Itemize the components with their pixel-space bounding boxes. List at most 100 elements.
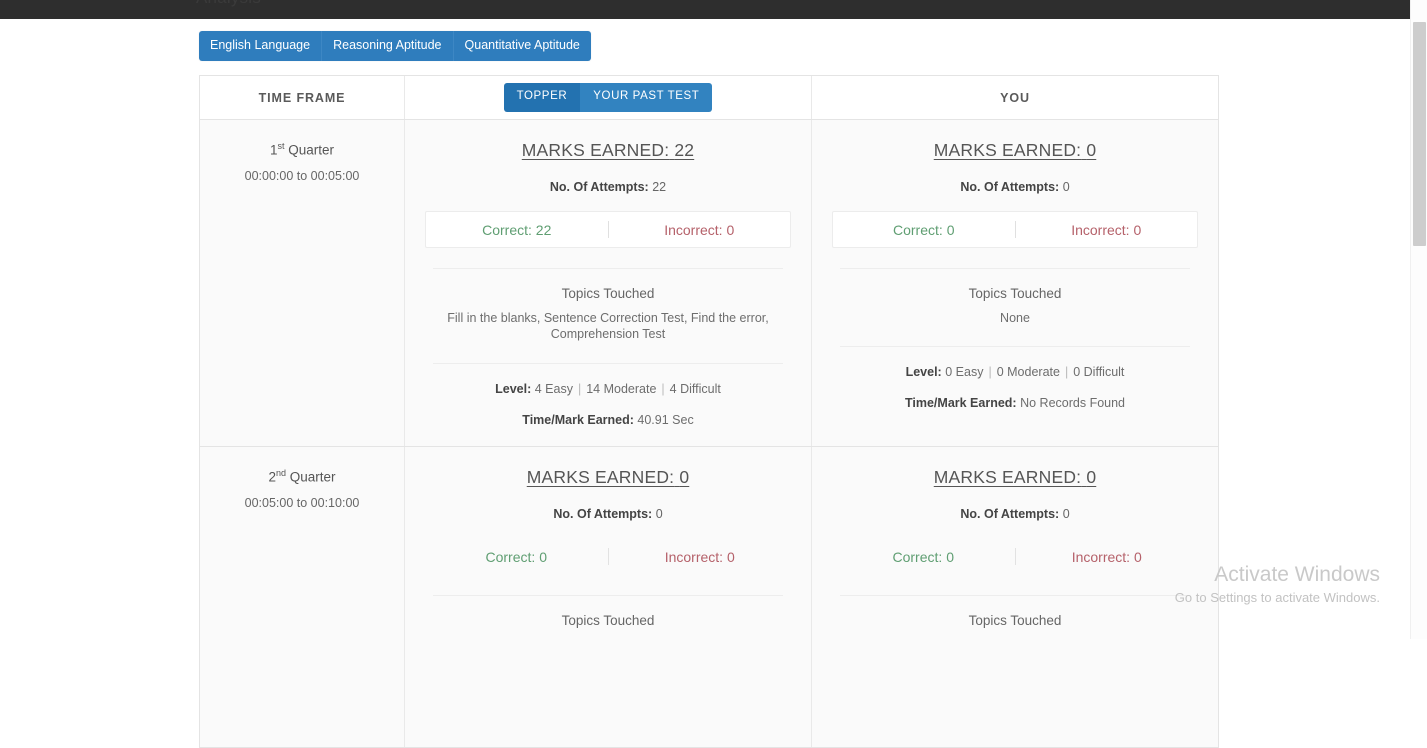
attempts-you-2: No. Of Attempts: 0 <box>832 507 1198 521</box>
incorrect-value: 0 <box>726 222 734 238</box>
time-per-mark-value: No Records Found <box>1020 396 1125 410</box>
attempts-label: No. Of Attempts: <box>960 180 1059 194</box>
level-separator: | <box>1060 365 1073 379</box>
level-easy-value: 0 <box>945 365 952 379</box>
quarter-name-1: 1st Quarter <box>270 142 334 157</box>
level-difficult-label: Difficult <box>1084 365 1125 379</box>
section-divider <box>840 268 1190 269</box>
you-panel-2: MARKS EARNED: 0 No. Of Attempts: 0 Corre… <box>812 447 1218 646</box>
subject-tab-reasoning-aptitude[interactable]: Reasoning Aptitude <box>322 31 453 61</box>
comparison-source-toggle: TOPPER YOUR PAST TEST <box>504 83 713 112</box>
you-cell-quarter-2: MARKS EARNED: 0 No. Of Attempts: 0 Corre… <box>812 447 1218 747</box>
level-breakdown-topper-1: Level: 4 Easy|14 Moderate|4 Difficult <box>425 382 791 396</box>
quarter-comparison-table: TIME FRAME TOPPER YOUR PAST TEST YOU 1st… <box>199 75 1219 748</box>
time-frame-cell-quarter-1: 1st Quarter 00:00:00 to 00:05:00 <box>200 120 405 446</box>
header-label-time-frame: TIME FRAME <box>259 91 346 105</box>
quarter-time-range-2: 00:05:00 to 00:10:00 <box>245 496 360 510</box>
level-difficult-value: 4 <box>670 382 677 396</box>
attempts-you-1: No. Of Attempts: 0 <box>832 180 1198 194</box>
time-per-mark-value: 40.91 Sec <box>637 413 693 427</box>
incorrect-label: Incorrect: <box>664 222 722 238</box>
level-easy-label: Easy <box>545 382 573 396</box>
subject-tab-quantitative-aptitude[interactable]: Quantitative Aptitude <box>454 31 591 61</box>
incorrect-value: 0 <box>1133 222 1141 238</box>
marks-earned-you-2: MARKS EARNED: 0 <box>832 467 1198 488</box>
vertical-scrollbar-thumb[interactable] <box>1413 22 1426 246</box>
incorrect-topper-2: Incorrect: 0 <box>609 549 792 565</box>
level-separator: | <box>983 365 996 379</box>
correct-label: Correct: <box>482 222 532 238</box>
level-label: Level: <box>495 382 531 396</box>
time-per-mark-topper-1: Time/Mark Earned: 40.91 Sec <box>425 413 791 427</box>
correct-topper-2: Correct: 0 <box>425 549 608 565</box>
correct-incorrect-panel-you-2: Correct: 0 Incorrect: 0 <box>832 538 1198 575</box>
level-breakdown-you-1: Level: 0 Easy|0 Moderate|0 Difficult <box>832 365 1198 379</box>
incorrect-value: 0 <box>727 549 735 565</box>
marks-earned-you-1: MARKS EARNED: 0 <box>832 140 1198 161</box>
attempts-topper-1: No. Of Attempts: 22 <box>425 180 791 194</box>
toggle-button-topper[interactable]: TOPPER <box>504 83 581 112</box>
header-label-you: YOU <box>1000 91 1030 105</box>
time-per-mark-you-1: Time/Mark Earned: No Records Found <box>832 396 1198 410</box>
quarter-ordinal-2: nd <box>276 468 286 478</box>
time-per-mark-label: Time/Mark Earned: <box>522 413 634 427</box>
level-label: Level: <box>906 365 942 379</box>
quarter-number-2: 2 <box>268 470 276 485</box>
level-difficult-value: 0 <box>1073 365 1080 379</box>
level-separator: | <box>656 382 669 396</box>
topics-title-you-1: Topics Touched <box>832 286 1198 301</box>
topper-cell-quarter-1: MARKS EARNED: 22 No. Of Attempts: 22 Cor… <box>405 120 812 446</box>
marks-earned-label: MARKS EARNED: <box>934 467 1082 487</box>
table-row: 2nd Quarter 00:05:00 to 00:10:00 MARKS E… <box>200 447 1218 748</box>
topics-list-topper-1: Fill in the blanks, Sentence Correction … <box>425 310 791 343</box>
correct-label: Correct: <box>486 549 536 565</box>
time-frame-cell-quarter-2: 2nd Quarter 00:05:00 to 00:10:00 <box>200 447 405 747</box>
attempts-label: No. Of Attempts: <box>550 180 649 194</box>
vertical-scrollbar-track[interactable] <box>1410 0 1427 639</box>
marks-earned-label: MARKS EARNED: <box>527 467 675 487</box>
incorrect-you-1: Incorrect: 0 <box>1016 222 1198 238</box>
correct-value: 22 <box>536 222 552 238</box>
marks-earned-label: MARKS EARNED: <box>522 140 670 160</box>
quarter-name-2: 2nd Quarter <box>268 469 335 484</box>
topics-title-topper-2: Topics Touched <box>425 613 791 628</box>
time-per-mark-label: Time/Mark Earned: <box>905 396 1017 410</box>
level-difficult-label: Difficult <box>680 382 721 396</box>
incorrect-value: 0 <box>1134 549 1142 565</box>
attempts-value: 0 <box>656 507 663 521</box>
attempts-value: 22 <box>652 180 666 194</box>
you-panel-1: MARKS EARNED: 0 No. Of Attempts: 0 Corre… <box>812 120 1218 428</box>
correct-value: 0 <box>947 222 955 238</box>
level-moderate-value: 0 <box>997 365 1004 379</box>
top-navbar: Analysis <box>0 0 1410 19</box>
section-divider <box>433 268 783 269</box>
correct-value: 0 <box>946 549 954 565</box>
attempts-label: No. Of Attempts: <box>553 507 652 521</box>
correct-incorrect-panel-topper-1: Correct: 22 Incorrect: 0 <box>425 211 791 248</box>
attempts-value: 0 <box>1063 507 1070 521</box>
incorrect-label: Incorrect: <box>1072 549 1130 565</box>
correct-label: Correct: <box>893 222 943 238</box>
header-cell-you: YOU <box>812 76 1218 119</box>
incorrect-label: Incorrect: <box>665 549 723 565</box>
correct-incorrect-panel-topper-2: Correct: 0 Incorrect: 0 <box>425 538 791 575</box>
section-divider <box>433 363 783 364</box>
marks-earned-value: 0 <box>1086 140 1096 160</box>
marks-earned-topper-1: MARKS EARNED: 22 <box>425 140 791 161</box>
section-divider <box>840 595 1190 596</box>
incorrect-label: Incorrect: <box>1071 222 1129 238</box>
navbar-title: Analysis <box>196 0 261 8</box>
subject-tab-english-language[interactable]: English Language <box>199 31 322 61</box>
level-separator: | <box>573 382 586 396</box>
attempts-label: No. Of Attempts: <box>960 507 1059 521</box>
section-divider <box>840 346 1190 347</box>
you-cell-quarter-1: MARKS EARNED: 0 No. Of Attempts: 0 Corre… <box>812 120 1218 446</box>
subject-tab-group: English Language Reasoning Aptitude Quan… <box>199 31 591 61</box>
level-moderate-label: Moderate <box>1007 365 1060 379</box>
toggle-button-your-past-test[interactable]: YOUR PAST TEST <box>580 83 712 112</box>
marks-earned-value: 22 <box>674 140 694 160</box>
attempts-value: 0 <box>1063 180 1070 194</box>
incorrect-topper-1: Incorrect: 0 <box>609 222 791 238</box>
table-header-row: TIME FRAME TOPPER YOUR PAST TEST YOU <box>200 76 1218 120</box>
correct-you-1: Correct: 0 <box>833 222 1015 238</box>
